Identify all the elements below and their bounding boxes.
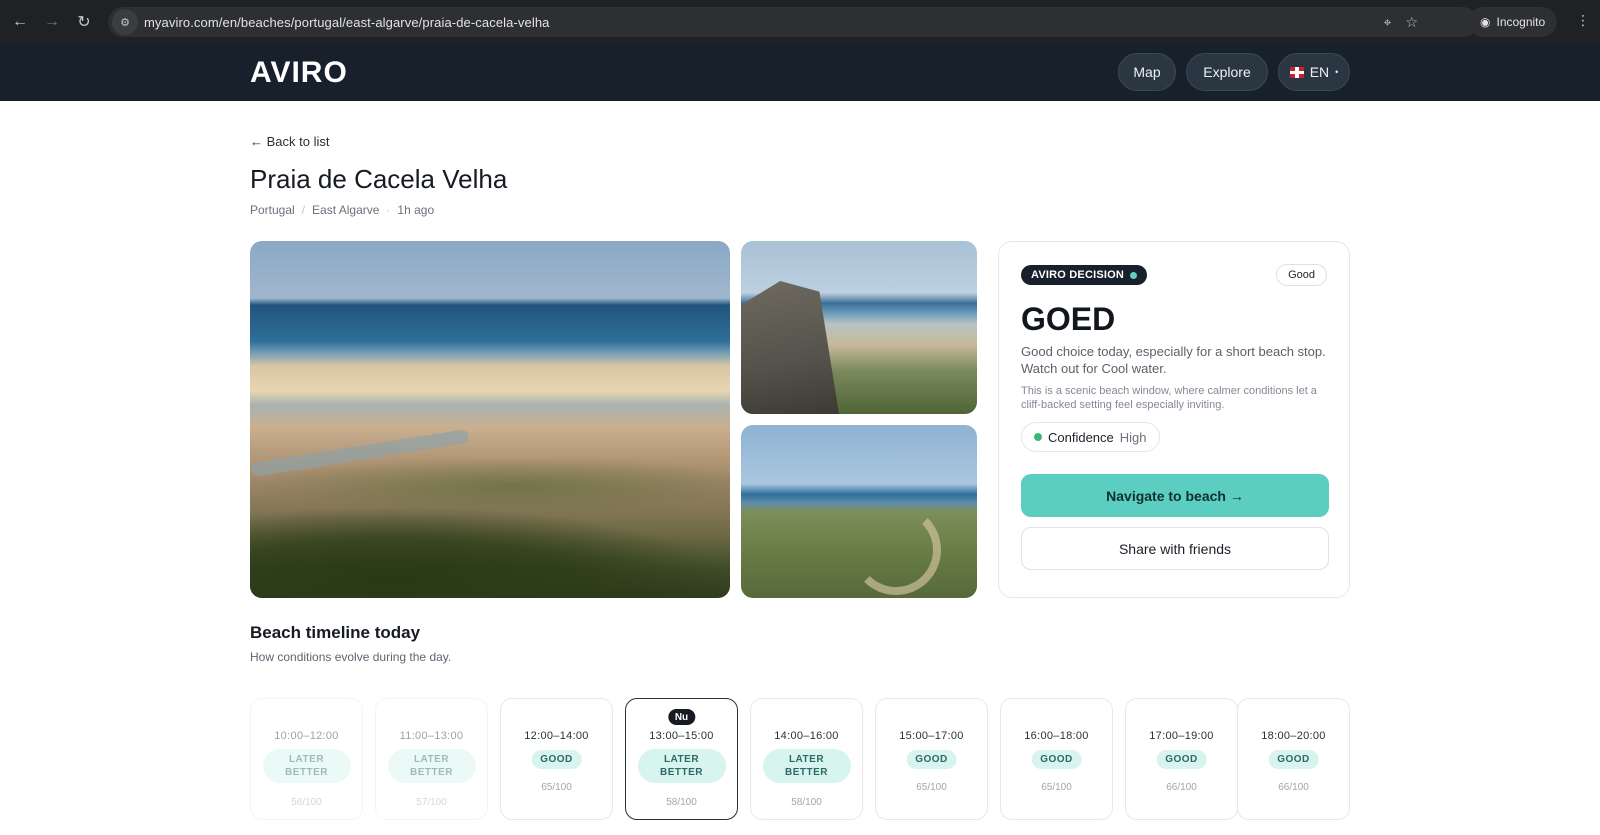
site-header: AVIRO Map Explore EN • xyxy=(0,44,1600,101)
fortress-photo[interactable] xyxy=(741,241,977,414)
timeline-slot-current[interactable]: Nu 13:00–15:00 LATER BETTER 58/100 xyxy=(625,698,738,820)
back-to-list-link[interactable]: ← Back to list xyxy=(250,134,329,149)
timeline-slot[interactable]: 11:00–13:00 LATER BETTER 57/100 xyxy=(375,698,488,820)
slot-status: GOOD xyxy=(1031,750,1082,769)
uk-flag-icon xyxy=(1289,66,1304,78)
slot-time: 10:00–12:00 xyxy=(274,730,339,742)
timeline-slot[interactable]: 12:00–14:00 GOOD 65/100 xyxy=(500,698,613,820)
slot-time: 18:00–20:00 xyxy=(1261,730,1326,742)
main-beach-photo[interactable] xyxy=(250,241,730,598)
slot-status-line: BETTER xyxy=(285,767,328,778)
updated-time: 1h ago xyxy=(397,203,435,217)
slot-time: 16:00–18:00 xyxy=(1024,730,1089,742)
now-badge: Nu xyxy=(667,709,696,725)
slot-status-line: BETTER xyxy=(785,767,828,778)
url-text[interactable]: myaviro.com/en/beaches/portugal/east-alg… xyxy=(144,15,549,30)
decision-card: AVIRO DECISION Good GOED Good choice tod… xyxy=(998,241,1350,598)
timeline-subtitle: How conditions evolve during the day. xyxy=(250,650,452,664)
navigate-to-beach-button[interactable]: Navigate to beach → xyxy=(1021,474,1329,517)
dropdown-dot-icon: • xyxy=(1335,67,1339,77)
slot-score: 65/100 xyxy=(916,782,947,793)
map-button[interactable]: Map xyxy=(1118,53,1176,91)
slot-status-line: LATER xyxy=(288,754,325,765)
site-settings-icon[interactable]: ⚙ xyxy=(112,9,138,35)
decision-verdict: GOED xyxy=(1021,301,1116,337)
slot-score: 58/100 xyxy=(666,797,697,808)
page-title: Praia de Cacela Velha xyxy=(250,164,508,194)
slot-status: LATER BETTER xyxy=(762,749,851,783)
lagoon-photo[interactable] xyxy=(741,425,977,598)
timeline-slot[interactable]: 14:00–16:00 LATER BETTER 58/100 xyxy=(750,698,863,820)
slot-status: GOOD xyxy=(1156,750,1207,769)
slot-status-line: BETTER xyxy=(410,767,453,778)
photo-sand-path xyxy=(851,505,941,595)
language-selector[interactable]: EN • xyxy=(1278,53,1350,91)
back-arrow-icon[interactable]: ← xyxy=(6,8,34,36)
slot-time: 15:00–17:00 xyxy=(899,730,964,742)
slot-status: LATER BETTER xyxy=(637,749,726,783)
aviro-logo[interactable]: AVIRO xyxy=(250,56,348,90)
slot-time: 11:00–13:00 xyxy=(399,730,464,742)
slot-status: LATER BETTER xyxy=(387,749,476,783)
confidence-dot-icon xyxy=(1034,433,1042,441)
language-label: EN xyxy=(1309,64,1330,80)
slot-score: 57/100 xyxy=(416,797,447,808)
confidence-chip: Confidence High xyxy=(1021,422,1160,452)
breadcrumb: Portugal / East Algarve · 1h ago xyxy=(250,203,434,217)
confidence-label: Confidence xyxy=(1048,429,1114,445)
share-with-friends-button[interactable]: Share with friends xyxy=(1021,527,1329,570)
slot-score: 65/100 xyxy=(1041,782,1072,793)
photo-vegetation-foreground xyxy=(250,506,730,598)
slot-score: 56/100 xyxy=(291,797,322,808)
forward-arrow-icon[interactable]: → xyxy=(38,8,66,36)
timeline-slot[interactable]: 18:00–20:00 GOOD 66/100 xyxy=(1237,698,1350,820)
confidence-value: High xyxy=(1119,429,1147,445)
crumb-region[interactable]: East Algarve xyxy=(312,203,379,217)
breadcrumb-dot-separator: · xyxy=(386,203,391,217)
status-dot-icon xyxy=(1130,271,1138,279)
badge-label: AVIRO DECISION xyxy=(1031,269,1125,281)
timeline-slot[interactable]: 17:00–19:00 GOOD 66/100 xyxy=(1125,698,1238,820)
explore-button[interactable]: Explore xyxy=(1186,53,1268,91)
breadcrumb-separator: / xyxy=(301,203,306,217)
aviro-decision-badge: AVIRO DECISION xyxy=(1021,265,1148,285)
slot-time: 17:00–19:00 xyxy=(1149,730,1214,742)
slot-status: GOOD xyxy=(906,750,957,769)
slot-score: 65/100 xyxy=(541,782,572,793)
beach-detail-page: ← Back to list Praia de Cacela Velha Por… xyxy=(0,101,1600,835)
slot-score: 58/100 xyxy=(791,797,822,808)
browser-menu-icon[interactable]: ⋮ xyxy=(1576,12,1590,29)
browser-toolbar: ← → ↻ ⚙ myaviro.com/en/beaches/portugal/… xyxy=(0,0,1600,44)
decision-subtext: This is a scenic beach window, where cal… xyxy=(1021,385,1317,411)
incognito-indicator[interactable]: ◉ Incognito xyxy=(1468,7,1558,37)
slot-status: LATER BETTER xyxy=(262,749,351,783)
slot-status: GOOD xyxy=(1268,750,1319,769)
bookmark-star-icon[interactable]: ☆ xyxy=(1405,14,1418,31)
decision-description: Good choice today, especially for a shor… xyxy=(1021,344,1326,376)
slot-status-line: LATER xyxy=(413,754,450,765)
crumb-country[interactable]: Portugal xyxy=(250,203,295,217)
rating-pill: Good xyxy=(1276,264,1327,286)
reload-icon[interactable]: ↻ xyxy=(70,8,98,36)
incognito-label: Incognito xyxy=(1496,15,1546,29)
incognito-icon: ◉ xyxy=(1480,15,1491,29)
slot-status-line: LATER xyxy=(663,754,700,765)
slot-score: 66/100 xyxy=(1278,782,1309,793)
photo-fortress-wall xyxy=(741,281,839,414)
address-bar[interactable]: ⚙ myaviro.com/en/beaches/portugal/east-a… xyxy=(108,7,1478,37)
slot-time: 13:00–15:00 xyxy=(649,730,714,742)
slot-status-line: LATER xyxy=(788,754,825,765)
timeline-title: Beach timeline today xyxy=(250,623,421,642)
slot-time: 12:00–14:00 xyxy=(524,730,589,742)
slot-score: 66/100 xyxy=(1166,782,1197,793)
location-pin-icon[interactable]: ⌖ xyxy=(1384,14,1392,31)
timeline-slot[interactable]: 15:00–17:00 GOOD 65/100 xyxy=(875,698,988,820)
slot-status-line: BETTER xyxy=(660,767,703,778)
slot-time: 14:00–16:00 xyxy=(774,730,839,742)
slot-status: GOOD xyxy=(531,750,582,769)
timeline-slot[interactable]: 16:00–18:00 GOOD 65/100 xyxy=(1000,698,1113,820)
timeline-slot[interactable]: 10:00–12:00 LATER BETTER 56/100 xyxy=(250,698,363,820)
